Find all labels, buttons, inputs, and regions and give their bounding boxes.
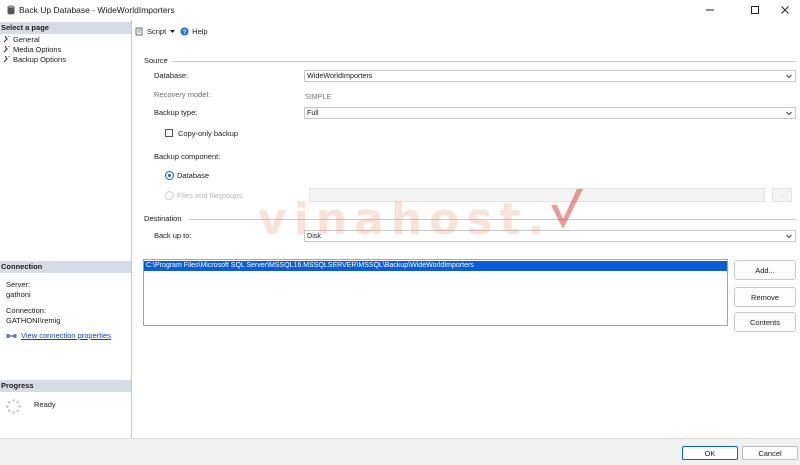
component-database-radio[interactable] [165,171,174,180]
backup-type-label: Backup type: [154,108,198,117]
component-files-radio[interactable] [165,191,174,200]
maximize-button[interactable] [740,0,770,20]
add-button[interactable]: Add... [734,260,796,280]
help-button[interactable]: ? Help [180,26,208,36]
destination-group-title: Destination [144,214,182,223]
destination-list[interactable]: C:\Program Files\Microsoft SQL Server\MS… [143,259,728,326]
ok-button[interactable]: OK [682,446,738,460]
chevron-down-icon [786,111,792,116]
component-database-label: Database [177,171,210,180]
watermark: vinahost. [258,188,587,245]
select-page-header: Select a page [0,22,131,34]
help-icon: ? [180,27,189,36]
chevron-down-icon [170,29,176,33]
chevron-down-icon [786,74,792,79]
connection-properties-icon [6,333,17,338]
script-label: Script [147,26,167,36]
recovery-model-label: Recovery model: [154,90,211,99]
backup-type-combo[interactable]: Full [304,107,796,119]
page-item-media-options[interactable]: Media Options [3,45,61,54]
view-connection-properties-label: View connection properties [21,331,111,340]
contents-button[interactable]: Contents [734,312,796,332]
back-up-to-label: Back up to: [154,231,192,240]
left-pane: Select a page General Media Options Back… [0,20,132,438]
help-label: Help [192,26,208,36]
wrench-icon [3,36,10,43]
database-combo[interactable]: WideWorldImporters [304,70,796,82]
script-button[interactable]: Script [135,27,176,36]
server-value: gathoni [6,290,31,299]
backup-component-label: Backup component: [154,152,221,161]
page-item-general[interactable]: General [3,35,40,44]
copy-only-label: Copy-only backup [178,129,239,138]
page-item-label: Media Options [13,45,62,54]
backup-type-value: Full [307,108,319,117]
maximize-icon [751,6,759,14]
wrench-icon [3,56,10,63]
script-icon [135,27,143,35]
footer-bar [0,438,800,465]
spinner-icon [6,399,21,414]
window-title: Back Up Database - WideWorldImporters [19,5,175,15]
view-connection-properties-link[interactable]: View connection properties [6,331,111,340]
cancel-button[interactable]: Cancel [742,446,798,460]
browse-filegroups-button[interactable]: ... [772,188,792,202]
database-value: WideWorldImporters [307,71,373,80]
wrench-icon [3,46,10,53]
remove-button[interactable]: Remove [734,287,796,307]
progress-header: Progress [0,380,131,392]
watermark-text: vinahost. [258,194,552,245]
progress-status: Ready [34,400,56,409]
source-group-divider [172,61,796,62]
chevron-down-icon [786,234,792,239]
recovery-model-value: SIMPLE [305,92,332,101]
toolbar: Script ? Help [135,24,208,38]
source-group-title: Source [144,56,168,65]
title-bar: Back Up Database - WideWorldImporters [0,0,800,20]
database-icon [7,5,15,15]
connection-header: Connection [0,261,131,273]
close-icon [781,6,789,14]
checkmark-icon [551,188,584,229]
page-item-label: Backup Options [13,55,66,64]
server-label: Server: [6,280,31,289]
connection-label: Connection: [6,306,47,315]
minimize-button[interactable] [695,0,725,20]
list-item[interactable]: C:\Program Files\Microsoft SQL Server\MS… [144,261,727,271]
minimize-icon [706,9,714,11]
page-item-label: General [13,35,40,44]
page-item-backup-options[interactable]: Backup Options [3,55,66,64]
database-label: Database: [154,71,189,80]
copy-only-checkbox[interactable] [165,129,173,137]
connection-value: GATHONI\remig [6,316,61,325]
close-button[interactable] [770,0,800,20]
svg-text:?: ? [183,29,187,36]
component-files-label: Files and filegroups: [177,191,245,200]
